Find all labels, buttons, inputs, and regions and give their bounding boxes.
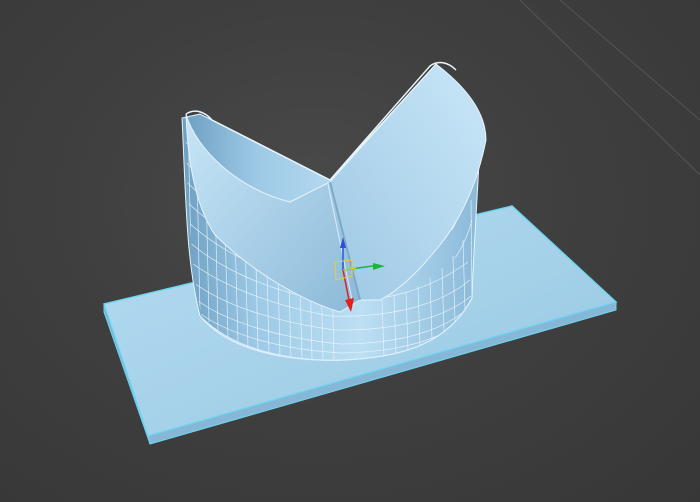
viewport-grid [519, 0, 700, 176]
wedge-cylinder[interactable] [181, 61, 487, 361]
perspective-viewport[interactable] [0, 0, 700, 502]
